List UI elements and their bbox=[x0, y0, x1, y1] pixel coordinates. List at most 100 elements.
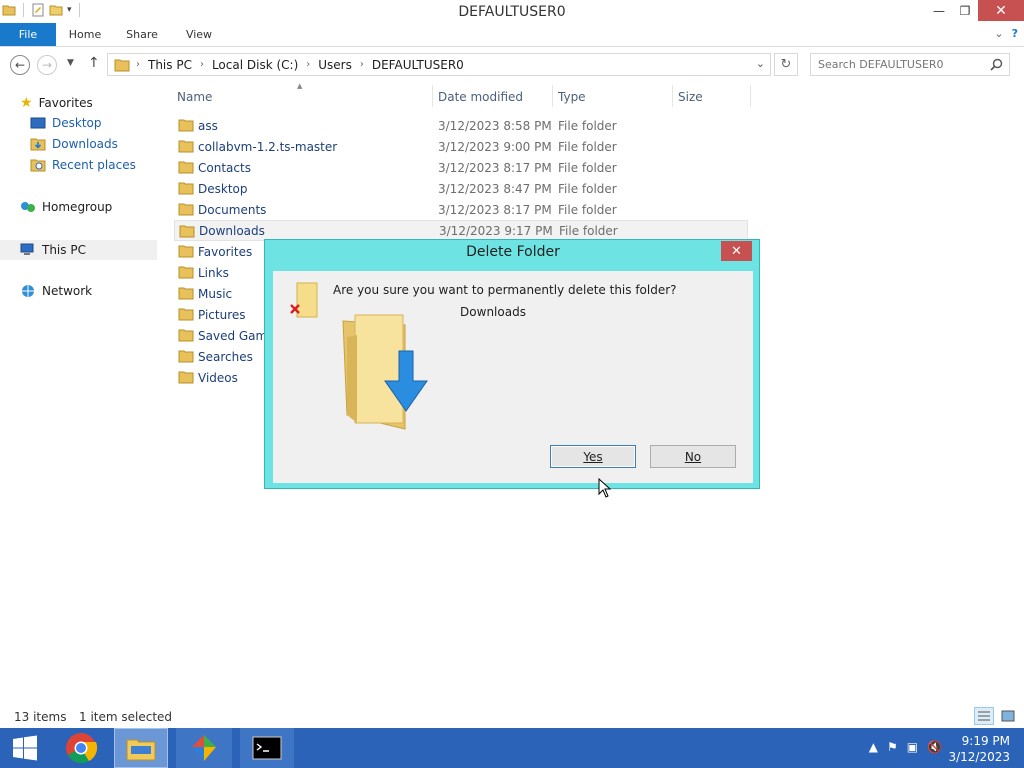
file-row[interactable]: Contacts 3/12/2023 8:17 PM File folder bbox=[174, 157, 748, 178]
close-button[interactable]: ✕ bbox=[978, 0, 1024, 21]
column-divider[interactable] bbox=[672, 85, 673, 107]
file-name: Music bbox=[198, 286, 233, 301]
tab-home[interactable]: Home bbox=[66, 23, 104, 46]
nav-downloads[interactable]: Downloads bbox=[30, 137, 118, 151]
breadcrumb-separator: › bbox=[306, 59, 311, 70]
recent-locations-icon[interactable]: ▼ bbox=[67, 58, 74, 68]
expand-ribbon-icon[interactable]: ⌄ bbox=[994, 27, 1003, 40]
forward-arrow-icon: → bbox=[41, 58, 53, 72]
file-date: 3/12/2023 9:17 PM bbox=[439, 223, 553, 238]
sort-ascending-icon: ▲ bbox=[297, 82, 303, 90]
file-type: File folder bbox=[558, 118, 617, 133]
nav-network[interactable]: Network bbox=[20, 284, 92, 298]
folder-icon bbox=[178, 203, 194, 216]
minimize-button[interactable]: — bbox=[926, 0, 952, 21]
show-hidden-icons-icon[interactable]: ▲ bbox=[869, 740, 878, 754]
address-dropdown-icon[interactable]: ⌄ bbox=[756, 57, 765, 70]
desktop-icon bbox=[30, 117, 46, 129]
yes-button[interactable]: Yes bbox=[550, 445, 636, 468]
breadcrumb-local-disk[interactable]: Local Disk (C:) bbox=[212, 58, 298, 72]
no-button[interactable]: No bbox=[650, 445, 736, 468]
taskbar-file-explorer[interactable] bbox=[114, 728, 168, 768]
nav-favorites-label: Favorites bbox=[38, 96, 93, 110]
address-bar[interactable]: › This PC › Local Disk (C:) › Users › DE… bbox=[107, 53, 771, 76]
start-button[interactable] bbox=[0, 728, 50, 768]
file-type: File folder bbox=[559, 223, 618, 238]
title-bar: ▾ DEFAULTUSER0 — ❐ ✕ bbox=[0, 0, 1024, 23]
up-arrow-icon[interactable]: ↑ bbox=[88, 55, 100, 71]
column-header-date[interactable]: Date modified bbox=[438, 90, 523, 104]
item-count: 13 items bbox=[14, 710, 67, 724]
back-button[interactable]: ← bbox=[10, 55, 30, 75]
mouse-cursor-icon bbox=[598, 478, 612, 498]
downloads-icon bbox=[30, 138, 46, 151]
breadcrumb: This PC › Local Disk (C:) › Users › DEFA… bbox=[148, 58, 464, 72]
file-row[interactable]: Downloads 3/12/2023 9:17 PM File folder bbox=[174, 220, 748, 241]
command-prompt-icon bbox=[252, 736, 282, 760]
nav-this-pc[interactable]: This PC bbox=[0, 240, 157, 260]
taskbar-chrome[interactable] bbox=[58, 728, 104, 768]
taskbar-clock[interactable]: 9:19 PM 3/12/2023 bbox=[948, 733, 1010, 765]
details-view-button[interactable] bbox=[974, 707, 994, 725]
window-controls: — ❐ ✕ bbox=[926, 0, 1024, 21]
column-header-name[interactable]: Name bbox=[177, 90, 212, 104]
file-name: Downloads bbox=[199, 223, 265, 238]
clock-date: 3/12/2023 bbox=[948, 750, 1010, 764]
file-name: Desktop bbox=[198, 181, 248, 196]
large-icons-view-button[interactable] bbox=[998, 707, 1018, 725]
search-input[interactable] bbox=[818, 58, 988, 71]
breadcrumb-defaultuser0[interactable]: DEFAULTUSER0 bbox=[372, 58, 464, 72]
file-date: 3/12/2023 8:58 PM bbox=[438, 118, 552, 133]
star-icon: ★ bbox=[20, 95, 33, 111]
network-status-icon[interactable]: ▣ bbox=[907, 740, 918, 754]
nav-desktop[interactable]: Desktop bbox=[30, 116, 102, 130]
help-icon[interactable]: ? bbox=[1012, 27, 1018, 40]
tab-share[interactable]: Share bbox=[123, 23, 161, 46]
app-icon bbox=[192, 735, 216, 761]
volume-muted-icon[interactable]: 🔇 bbox=[927, 740, 942, 754]
folder-icon bbox=[178, 266, 194, 279]
file-row[interactable]: Documents 3/12/2023 8:17 PM File folder bbox=[174, 199, 748, 220]
search-box[interactable] bbox=[810, 53, 1010, 76]
forward-button[interactable]: → bbox=[37, 55, 57, 75]
nav-favorites[interactable]: ★ Favorites bbox=[20, 95, 93, 111]
dialog-close-button[interactable]: ✕ bbox=[721, 241, 752, 261]
file-row[interactable]: Desktop 3/12/2023 8:47 PM File folder bbox=[174, 178, 748, 199]
refresh-button[interactable]: ↻ bbox=[774, 53, 798, 76]
dialog-body: Are you sure you want to permanently del… bbox=[273, 271, 753, 483]
large-icons-view-icon bbox=[1001, 710, 1015, 722]
file-name: Pictures bbox=[198, 307, 246, 322]
view-switcher bbox=[974, 707, 1018, 725]
file-row[interactable]: collabvm-1.2.ts-master 3/12/2023 9:00 PM F… bbox=[174, 136, 748, 157]
nav-recent-places[interactable]: Recent places bbox=[30, 158, 136, 172]
taskbar: ▲ ⚑ ▣ 🔇 9:19 PM 3/12/2023 bbox=[0, 728, 1024, 768]
breadcrumb-users[interactable]: Users bbox=[318, 58, 352, 72]
navigation-pane: ★ Favorites Desktop Downloads Recent pla… bbox=[0, 85, 160, 705]
dialog-question: Are you sure you want to permanently del… bbox=[333, 283, 677, 297]
column-divider[interactable] bbox=[432, 85, 433, 107]
nav-homegroup[interactable]: Homegroup bbox=[20, 200, 112, 214]
tab-file[interactable]: File bbox=[0, 23, 56, 46]
windows-logo-icon bbox=[13, 735, 37, 761]
file-type: File folder bbox=[558, 181, 617, 196]
tab-view[interactable]: View bbox=[180, 23, 218, 46]
taskbar-app[interactable] bbox=[176, 728, 232, 768]
column-header-type[interactable]: Type bbox=[558, 90, 586, 104]
recent-places-icon bbox=[30, 159, 46, 172]
folder-icon bbox=[178, 350, 194, 363]
column-header-size[interactable]: Size bbox=[678, 90, 703, 104]
taskbar-command-prompt[interactable] bbox=[240, 728, 294, 768]
column-divider[interactable] bbox=[750, 85, 751, 107]
search-icon[interactable] bbox=[990, 58, 1003, 71]
action-center-flag-icon[interactable]: ⚑ bbox=[887, 740, 898, 754]
folder-icon bbox=[178, 161, 194, 174]
restore-button[interactable]: ❐ bbox=[952, 0, 978, 21]
folder-icon bbox=[178, 287, 194, 300]
breadcrumb-separator: › bbox=[136, 59, 140, 70]
folder-icon bbox=[178, 308, 194, 321]
file-row[interactable]: ass 3/12/2023 8:58 PM File folder bbox=[174, 115, 748, 136]
nav-recent-label: Recent places bbox=[52, 158, 136, 172]
breadcrumb-this-pc[interactable]: This PC bbox=[148, 58, 192, 72]
column-divider[interactable] bbox=[552, 85, 553, 107]
breadcrumb-separator: › bbox=[199, 59, 204, 70]
